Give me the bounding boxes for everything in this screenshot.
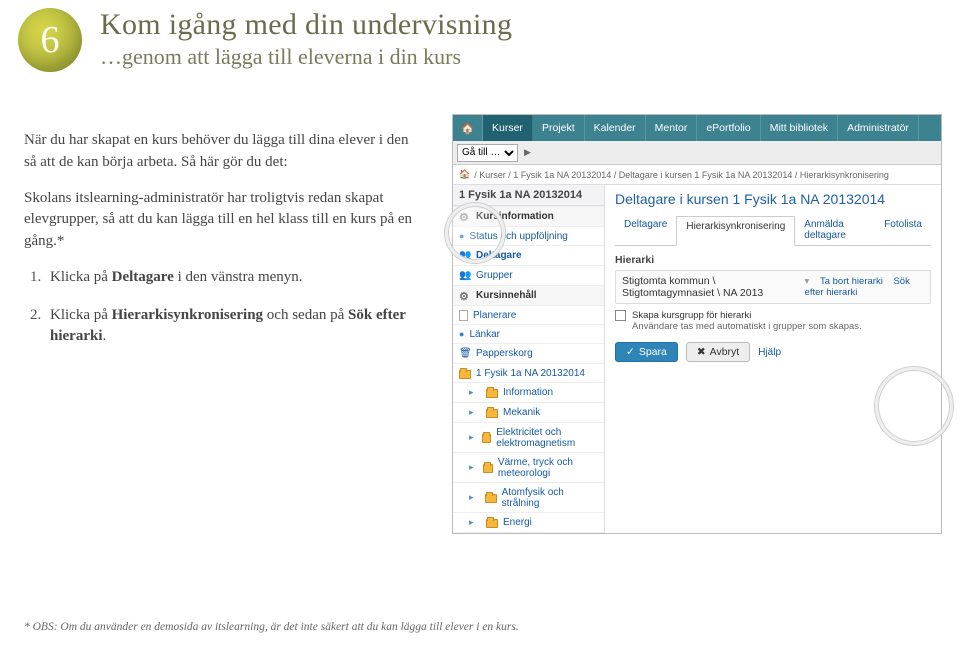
- body-text: När du har skapat en kurs behöver du läg…: [24, 130, 424, 364]
- save-button[interactable]: ✓Spara: [615, 342, 678, 362]
- cancel-button[interactable]: ✖Avbryt: [686, 342, 750, 362]
- tree-elektricitet[interactable]: Elektricitet och elektromagnetism: [453, 422, 604, 452]
- breadcrumb-home-icon[interactable]: 🏠: [459, 169, 470, 180]
- goto-arrow-icon[interactable]: ▶: [524, 147, 531, 158]
- secondary-bar: Gå till … ▶: [453, 141, 941, 165]
- nav-bibliotek[interactable]: Mitt bibliotek: [761, 115, 838, 141]
- breadcrumb: 🏠 / Kurser / 1 Fysik 1a NA 20132014 / De…: [453, 165, 941, 185]
- folder-icon: [483, 464, 493, 473]
- nav-eportfolio[interactable]: ePortfolio: [697, 115, 760, 141]
- chevron-icon: [469, 407, 481, 419]
- trash-icon: [459, 348, 471, 360]
- tree-mekanik[interactable]: Mekanik: [453, 402, 604, 422]
- nav-kurser[interactable]: Kurser: [483, 115, 533, 141]
- folder-icon: [486, 519, 498, 528]
- side-item-lankar[interactable]: ●Länkar: [453, 324, 604, 343]
- chevron-icon: [469, 387, 481, 399]
- tree-root[interactable]: 1 Fysik 1a NA 20132014: [453, 363, 604, 382]
- breadcrumb-text: / Kurser / 1 Fysik 1a NA 20132014 / Delt…: [474, 170, 889, 180]
- page-title: Kom igång med din undervisning: [100, 8, 512, 42]
- side-group-kursinfo: Kursinformation: [453, 206, 604, 226]
- side-group-kursinnehall: Kursinnehåll: [453, 285, 604, 305]
- nav-mentor[interactable]: Mentor: [646, 115, 698, 141]
- folder-icon: [486, 409, 498, 418]
- side-item-status[interactable]: ●Status och uppföljning: [453, 226, 604, 245]
- chevron-icon: [469, 517, 481, 529]
- tab-deltagare[interactable]: Deltagare: [615, 215, 676, 245]
- tree-information[interactable]: Information: [453, 382, 604, 402]
- screenshot: 🏠 Kurser Projekt Kalender Mentor ePortfo…: [452, 114, 942, 534]
- side-item-planerare[interactable]: Planerare: [453, 305, 604, 324]
- chevron-icon: [469, 492, 480, 504]
- tab-hierarkisynk[interactable]: Hierarkisynkronisering: [676, 216, 795, 246]
- gear-icon: [459, 290, 471, 302]
- nav-admin[interactable]: Administratör: [838, 115, 919, 141]
- content-title: Deltagare i kursen 1 Fysik 1a NA 2013201…: [615, 191, 931, 207]
- checkbox-note: Användare tas med automatiskt i grupper …: [632, 321, 862, 332]
- side-item-grupper[interactable]: Grupper: [453, 265, 604, 285]
- instruction-list: Klicka på Deltagare i den vänstra menyn.…: [30, 267, 424, 348]
- goto-select[interactable]: Gå till …: [457, 144, 518, 162]
- tree-varme[interactable]: Värme, tryck och meteorologi: [453, 452, 604, 482]
- home-icon[interactable]: 🏠: [453, 115, 483, 141]
- footnote: * OBS: Om du använder en demosida av its…: [24, 621, 519, 633]
- step-2: Klicka på Hierarkisynkronisering och sed…: [30, 305, 424, 349]
- content-area: Deltagare i kursen 1 Fysik 1a NA 2013201…: [605, 185, 941, 533]
- remove-hier-link[interactable]: Ta bort hierarki: [820, 276, 883, 287]
- people-icon: [459, 270, 471, 282]
- intro-para-1: När du har skapat en kurs behöver du läg…: [24, 130, 424, 174]
- page-subtitle: …genom att lägga till eleverna i din kur…: [100, 44, 512, 70]
- course-title: 1 Fysik 1a NA 20132014: [453, 185, 604, 206]
- create-group-checkbox[interactable]: [615, 310, 626, 321]
- checkbox-label: Skapa kursgrupp för hierarki: [632, 310, 862, 321]
- folder-icon: [485, 494, 496, 503]
- nav-projekt[interactable]: Projekt: [533, 115, 585, 141]
- folder-icon: [486, 389, 498, 398]
- page-icon: [459, 310, 468, 321]
- tab-fotolista[interactable]: Fotolista: [875, 215, 931, 245]
- step-1: Klicka på Deltagare i den vänstra menyn.: [30, 267, 424, 289]
- chevron-icon: [469, 432, 477, 444]
- page-number: 6: [41, 18, 60, 62]
- side-item-papperskorg[interactable]: Papperskorg: [453, 343, 604, 363]
- tab-anmalda[interactable]: Anmälda deltagare: [795, 215, 875, 245]
- tree-atomfysik[interactable]: Atomfysik och strålning: [453, 482, 604, 512]
- checkbox-row: Skapa kursgrupp för hierarki Användare t…: [615, 310, 931, 332]
- page-number-badge: 6: [18, 8, 82, 72]
- folder-icon: [482, 434, 491, 443]
- hier-row: Stigtomta kommun \ Stigtomtagymnasiet \ …: [615, 270, 931, 304]
- people-icon: [459, 250, 471, 262]
- hier-label: Hierarki: [615, 254, 931, 266]
- nav-kalender[interactable]: Kalender: [585, 115, 646, 141]
- help-link[interactable]: Hjälp: [758, 347, 781, 358]
- folder-icon: [459, 370, 471, 379]
- button-row: ✓Spara ✖Avbryt Hjälp: [615, 342, 931, 362]
- chevron-icon: [469, 462, 478, 474]
- sidebar: 1 Fysik 1a NA 20132014 Kursinformation ●…: [453, 185, 605, 533]
- side-item-deltagare[interactable]: Deltagare: [453, 245, 604, 265]
- heading: Kom igång med din undervisning …genom at…: [100, 8, 512, 70]
- hier-value: Stigtomta kommun \ Stigtomtagymnasiet \ …: [622, 275, 799, 299]
- tree-astronomi[interactable]: Astronomi: [453, 532, 604, 533]
- intro-para-2: Skolans itslearning-administratör har tr…: [24, 188, 424, 253]
- top-nav: 🏠 Kurser Projekt Kalender Mentor ePortfo…: [453, 115, 941, 141]
- tree-energi[interactable]: Energi: [453, 512, 604, 532]
- tabs: Deltagare Hierarkisynkronisering Anmälda…: [615, 215, 931, 246]
- gear-icon: [459, 211, 471, 223]
